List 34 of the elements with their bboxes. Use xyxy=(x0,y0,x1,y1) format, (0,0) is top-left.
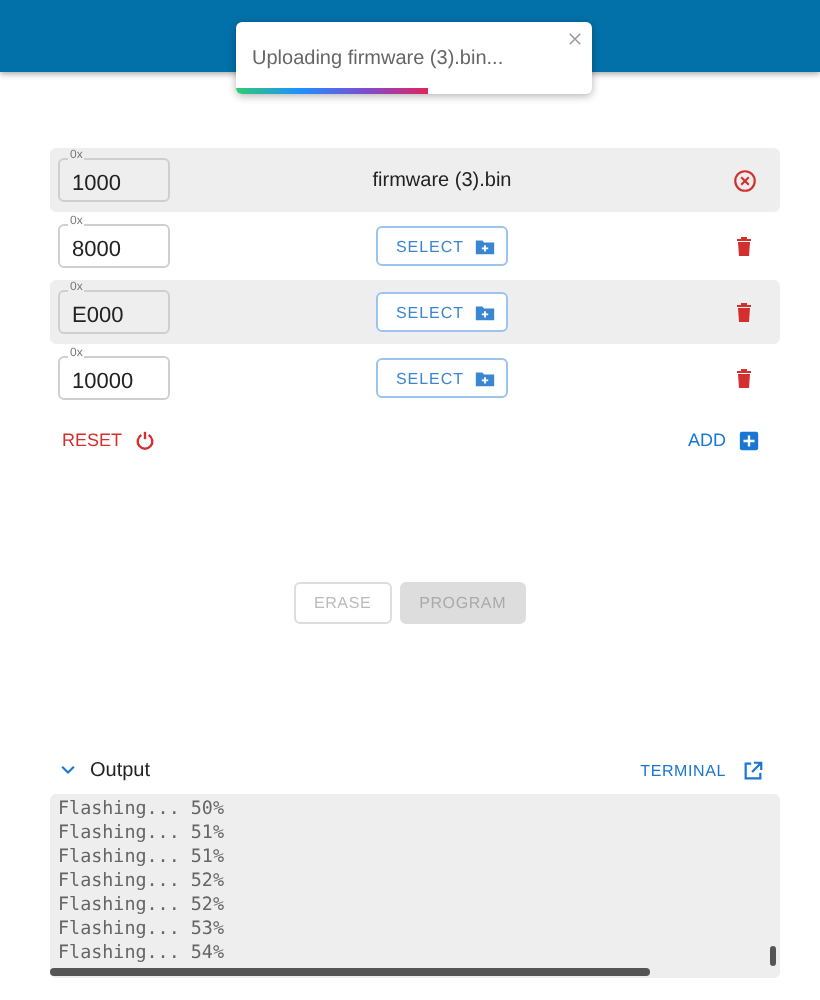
address-field[interactable]: 8000 xyxy=(58,224,170,268)
toast-message: Uploading firmware (3).bin... xyxy=(252,48,504,70)
file-name: firmware (3).bin xyxy=(372,169,512,191)
trash-icon[interactable] xyxy=(732,300,756,324)
console-line: Flashing... 52% xyxy=(58,894,226,918)
section-title: Output xyxy=(90,759,151,781)
console-line: Flashing... 53% xyxy=(58,918,226,942)
select-button[interactable]: SELECT xyxy=(375,292,509,332)
console-line: Flashing... 54% xyxy=(58,942,226,966)
console-line: Flashing... 51% xyxy=(58,822,226,846)
folder-plus-icon xyxy=(474,301,497,323)
select-button[interactable]: SELECT xyxy=(375,226,509,266)
power-icon xyxy=(134,429,157,451)
console-line: Flashing... 52% xyxy=(58,870,226,894)
plus-icon xyxy=(738,429,760,451)
reset-button[interactable]: RESET xyxy=(62,429,157,451)
trash-icon[interactable] xyxy=(732,366,756,390)
console-line: Flashing... 51% xyxy=(58,846,226,870)
scrollbar-thumb[interactable] xyxy=(770,946,776,966)
console-line: Flashing... 50% xyxy=(58,798,226,822)
address-field[interactable]: 10000 xyxy=(58,356,170,400)
address-field[interactable]: 1000 xyxy=(58,158,170,202)
close-icon[interactable] xyxy=(566,30,584,48)
cancel-icon[interactable] xyxy=(731,167,757,193)
scrollbar-thumb[interactable] xyxy=(50,968,650,976)
address-field[interactable]: E000 xyxy=(58,290,170,334)
folder-plus-icon xyxy=(474,367,497,389)
select-button[interactable]: SELECT xyxy=(375,358,509,398)
trash-icon[interactable] xyxy=(732,234,756,258)
folder-plus-icon xyxy=(474,235,497,257)
chevron-icon[interactable] xyxy=(58,760,78,780)
add-button[interactable]: ADD xyxy=(687,429,760,451)
external-link-icon xyxy=(742,759,764,781)
terminal-button[interactable]: TERMINAL xyxy=(640,759,764,781)
